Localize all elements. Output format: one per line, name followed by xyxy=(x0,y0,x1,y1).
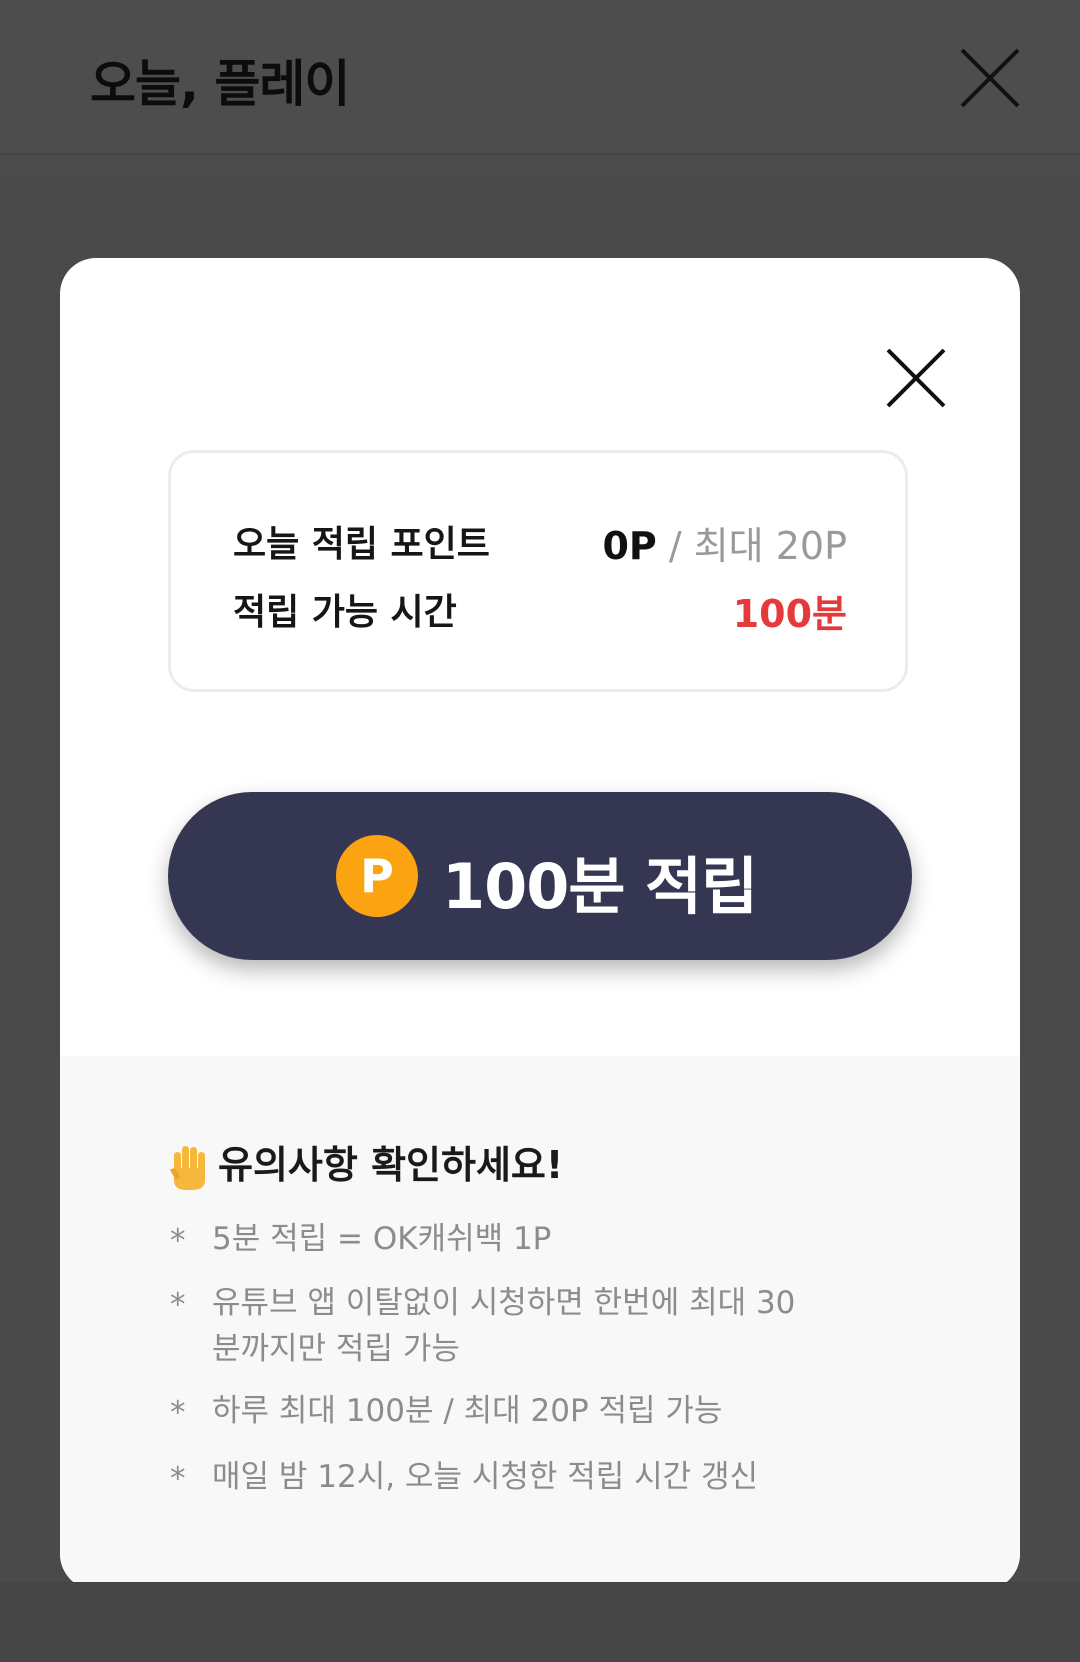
bullet-asterisk: * xyxy=(170,1461,186,1497)
bullet-asterisk: * xyxy=(170,1395,186,1431)
point-badge-icon: P xyxy=(336,835,418,917)
background-bottom xyxy=(0,1582,1080,1662)
bullet-asterisk: * xyxy=(170,1223,186,1259)
bullet-asterisk: * xyxy=(170,1287,186,1323)
available-time-value: 100분 xyxy=(732,592,847,636)
background-divider xyxy=(0,155,1080,175)
page-title: 오늘, 플레이 xyxy=(90,55,350,113)
earn-points-button[interactable]: P 100분 적립 xyxy=(168,792,912,960)
points-summary-card: 오늘 적립 포인트 0P / 최대 20P 적립 가능 시간 100분 xyxy=(168,450,908,692)
notice-item-text: 유튜브 앱 이탈없이 시청하면 한번에 최대 30분까지만 적립 가능 xyxy=(212,1285,796,1367)
notice-item-text: 5분 적립 = OK캐쉬백 1P xyxy=(212,1221,552,1257)
close-icon[interactable] xyxy=(884,346,948,410)
raised-hand-icon xyxy=(170,1145,205,1190)
notice-section: 유의사항 확인하세요! * 5분 적립 = OK캐쉬백 1P * 유튜브 앱 이… xyxy=(60,1056,1020,1590)
earn-points-label: 100분 적립 xyxy=(442,850,758,923)
top-bar: 오늘, 플레이 xyxy=(0,0,1080,155)
notice-heading: 유의사항 확인하세요! xyxy=(170,1134,563,1192)
notice-item-text: 매일 밤 12시, 오늘 시청한 적립 시간 갱신 xyxy=(212,1459,759,1495)
today-points-value: 0P / 최대 20P xyxy=(602,515,847,570)
today-points-max: / 최대 20P xyxy=(656,524,847,568)
today-points-current: 0P xyxy=(602,524,657,568)
notice-title: 유의사항 확인하세요! xyxy=(218,1143,564,1187)
points-modal: 오늘 적립 포인트 0P / 최대 20P 적립 가능 시간 100분 P 10… xyxy=(60,258,1020,1590)
today-points-label: 오늘 적립 포인트 xyxy=(233,524,490,565)
notice-item-text: 하루 최대 100분 / 최대 20P 적립 가능 xyxy=(212,1393,723,1429)
close-icon[interactable] xyxy=(958,46,1022,110)
available-time-label: 적립 가능 시간 xyxy=(233,592,457,633)
